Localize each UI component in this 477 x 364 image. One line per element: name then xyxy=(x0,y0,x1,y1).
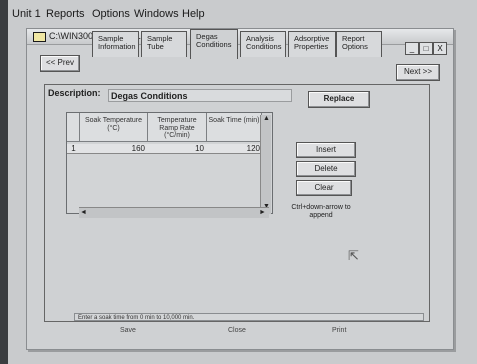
maximize-button[interactable]: □ xyxy=(419,42,433,55)
append-hint: Ctrl+down-arrow to append xyxy=(291,204,351,219)
row-header-corner xyxy=(67,113,80,142)
menu-bar: Unit 1 Reports Options Windows Help xyxy=(8,5,468,23)
tab-sample-tube[interactable]: Sample Tube xyxy=(141,31,187,57)
tab-analysis-conditions[interactable]: Analysis Conditions xyxy=(240,31,286,57)
clear-button[interactable]: Clear xyxy=(296,180,352,196)
tab-degas-conditions[interactable]: Degas Conditions xyxy=(190,29,238,59)
table-horizontal-scrollbar[interactable]: ◄ ► xyxy=(79,207,269,218)
replace-button[interactable]: Replace xyxy=(308,91,370,108)
cell-soak-time[interactable]: 120 xyxy=(207,144,262,154)
save-button[interactable]: Save xyxy=(120,327,136,334)
scroll-left-icon[interactable]: ◄ xyxy=(80,209,87,216)
menu-unit1[interactable]: Unit 1 xyxy=(12,8,41,20)
menu-help[interactable]: Help xyxy=(182,8,205,20)
description-input[interactable]: Degas Conditions xyxy=(108,89,292,102)
minimize-button[interactable]: _ xyxy=(405,42,419,55)
mouse-pointer-icon: ⇱ xyxy=(348,248,359,263)
tab-sample-information[interactable]: Sample Information xyxy=(92,31,139,57)
status-bar: Enter a soak time from 0 min to 10,000 m… xyxy=(74,313,424,321)
column-header-soak-time: Soak Time (min) xyxy=(207,113,262,142)
cell-ramp-rate[interactable]: 10 xyxy=(148,144,207,154)
tab-adsorptive-properties[interactable]: Adsorptive Properties xyxy=(288,31,336,57)
insert-button[interactable]: Insert xyxy=(296,142,356,158)
prev-button[interactable]: << Prev xyxy=(40,55,80,72)
description-label: Description: xyxy=(48,88,101,98)
table-vertical-scrollbar[interactable]: ▲ ▼ xyxy=(260,115,271,214)
print-button[interactable]: Print xyxy=(332,327,346,334)
menu-reports[interactable]: Reports xyxy=(46,8,85,20)
menu-options[interactable]: Options xyxy=(92,8,130,20)
column-header-ramp-rate: Temperature Ramp Rate (°C/min) xyxy=(148,113,207,142)
document-icon xyxy=(33,32,46,42)
tab-report-options[interactable]: Report Options xyxy=(336,31,382,57)
close-button[interactable]: X xyxy=(433,42,447,55)
scroll-right-icon[interactable]: ► xyxy=(259,209,266,216)
menu-windows[interactable]: Windows xyxy=(134,8,179,20)
column-header-soak-temperature: Soak Temperature (°C) xyxy=(80,113,148,142)
close-footer-button[interactable]: Close xyxy=(228,327,246,334)
next-button[interactable]: Next >> xyxy=(396,64,440,81)
degas-table: Soak Temperature (°C) Temperature Ramp R… xyxy=(66,112,273,214)
row-number: 1 xyxy=(67,144,80,154)
scroll-up-icon[interactable]: ▲ xyxy=(263,115,270,122)
cell-soak-temperature[interactable]: 160 xyxy=(80,144,148,154)
delete-button[interactable]: Delete xyxy=(296,161,356,177)
